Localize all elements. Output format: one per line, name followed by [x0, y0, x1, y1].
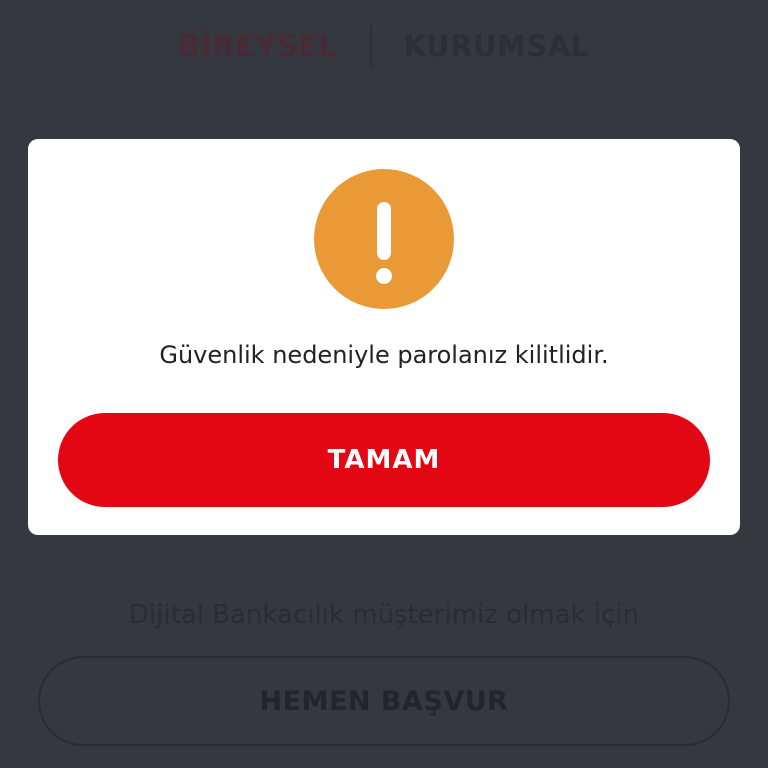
join-text: Dijital Bankacılık müşterimiz olmak için: [128, 600, 640, 630]
exclamation-bar: [377, 202, 391, 260]
exclamation-icon: [314, 169, 454, 309]
exclamation-dot: [376, 268, 392, 284]
alert-dialog: Güvenlik nedeniyle parolanız kilitlidir.…: [28, 139, 740, 535]
dialog-message: Güvenlik nedeniyle parolanız kilitlidir.: [159, 341, 609, 369]
login-screen: BİREYSEL KURUMSAL Dijital Bankacılık müş…: [0, 0, 768, 768]
tab-individual[interactable]: BİREYSEL: [146, 18, 369, 74]
segment-tabs: BİREYSEL KURUMSAL: [0, 18, 768, 74]
apply-now-button[interactable]: HEMEN BAŞVUR: [38, 656, 730, 746]
tab-corporate[interactable]: KURUMSAL: [372, 18, 622, 74]
ok-button[interactable]: TAMAM: [58, 413, 710, 507]
